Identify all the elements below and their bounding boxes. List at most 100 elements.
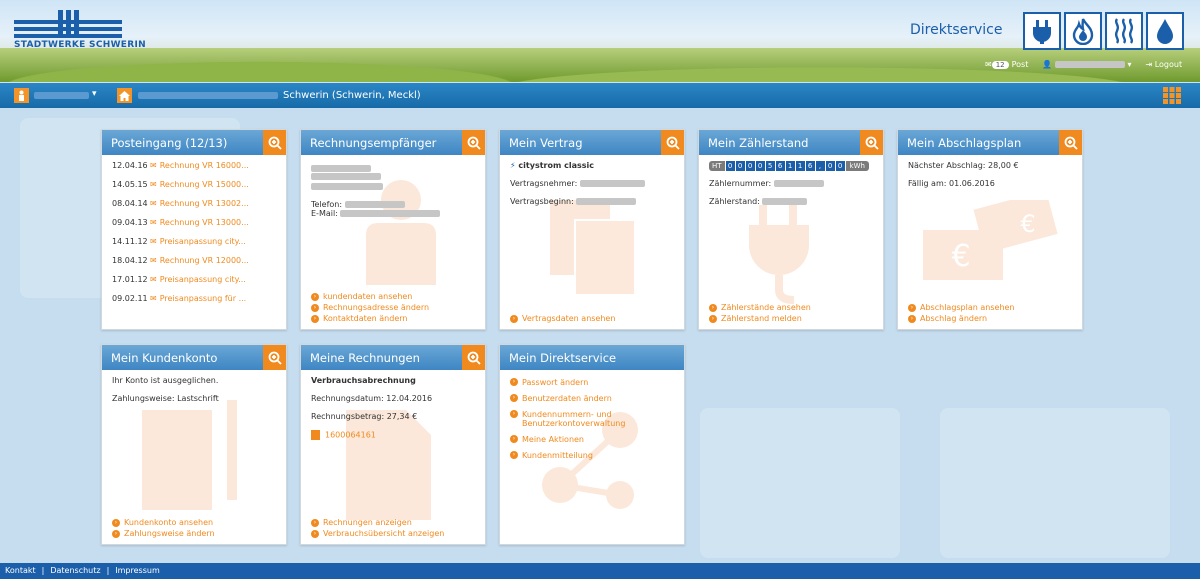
- inbox-subject[interactable]: Rechnung VR 13000...: [160, 218, 249, 227]
- utility-icons: [1023, 12, 1184, 50]
- link-kundenkonto[interactable]: › Kundenkonto ansehen: [112, 518, 215, 527]
- inbox-row[interactable]: 08.04.14 ✉ Rechnung VR 13002...: [112, 199, 276, 208]
- link-zaehlerstand-melden[interactable]: › Zählerstand melden: [709, 314, 811, 323]
- header: STADTWERKE SCHWERIN Direktservice ✉ 12 Pos…: [0, 0, 1200, 82]
- inbox-subject[interactable]: Rechnung VR 13002...: [160, 199, 249, 208]
- service-links: › Passwort ändern › Benutzerdaten ändern › Ku…: [510, 378, 674, 460]
- link-verbrauchsuebersicht[interactable]: › Verbrauchsübersicht anzeigen: [311, 529, 444, 538]
- link-label: Kundennummern- und Benutzerkontoverwaltu…: [522, 410, 626, 428]
- user-menu[interactable]: 👤 ▾: [1042, 60, 1131, 69]
- inbox-row[interactable]: 09.04.13 ✉ Rechnung VR 13000...: [112, 218, 276, 227]
- inbox-row[interactable]: 17.01.12 ✉ Preisanpassung city...: [112, 275, 276, 284]
- phone-label: Telefon:: [311, 200, 343, 209]
- account-status: Ihr Konto ist ausgeglichen.: [112, 376, 219, 385]
- logout-link[interactable]: ⇥ Logout: [1145, 60, 1182, 69]
- section-title: Direktservice: [910, 22, 1003, 38]
- flame-icon[interactable]: [1064, 12, 1102, 50]
- card-links: › Vertragsdaten ansehen: [510, 312, 615, 323]
- link-label: Benutzerdaten ändern: [522, 394, 612, 403]
- zoom-icon[interactable]: [462, 345, 485, 370]
- contract-watermark-icon: [550, 200, 635, 295]
- inbox-date: 14.11.12: [112, 237, 148, 246]
- arrow-icon: ›: [510, 394, 518, 402]
- customer-icon[interactable]: [14, 88, 29, 103]
- meter-decimal-digit: 0: [825, 161, 835, 171]
- inbox-subject[interactable]: Rechnung VR 12000...: [160, 256, 249, 265]
- footer-link-datenschutz[interactable]: Datenschutz: [50, 566, 100, 576]
- link-vertragsdaten[interactable]: › Vertragsdaten ansehen: [510, 314, 615, 323]
- service-link[interactable]: › Kundennummern- und Benutzerkontoverwalt…: [510, 410, 674, 428]
- link-zaehlerstaende[interactable]: › Zählerstände ansehen: [709, 303, 811, 312]
- card-links: › Rechnungen anzeigen › Verbrauchsübersich…: [311, 516, 444, 538]
- arrow-icon: ›: [510, 314, 518, 323]
- plug-icon: ⚡: [510, 161, 516, 170]
- invoice-link[interactable]: 1600064161: [311, 430, 475, 440]
- link-rechnungen[interactable]: › Rechnungen anzeigen: [311, 518, 444, 527]
- user-icon: 👤: [1042, 60, 1053, 69]
- link-abschlag-aendern[interactable]: › Abschlag ändern: [908, 314, 1015, 323]
- mail-icon: ✉: [150, 256, 157, 265]
- arrow-icon: ›: [112, 518, 120, 527]
- service-link[interactable]: › Passwort ändern: [510, 378, 674, 387]
- link-zahlungsweise[interactable]: › Zahlungsweise ändern: [112, 529, 215, 538]
- link-label: Zählerstand melden: [721, 314, 802, 323]
- zoom-icon[interactable]: [1059, 130, 1082, 155]
- link-kundendaten[interactable]: › kundendaten ansehen: [311, 292, 429, 301]
- start-label: Vertragsbeginn:: [510, 197, 574, 206]
- zoom-icon[interactable]: [860, 130, 883, 155]
- service-link[interactable]: › Benutzerdaten ändern: [510, 394, 674, 403]
- arrow-icon: ›: [510, 378, 518, 386]
- zoom-icon[interactable]: [462, 130, 485, 155]
- meter-prefix: HT: [709, 161, 725, 171]
- arrow-icon: ›: [510, 410, 518, 418]
- product-name: citystrom classic: [518, 161, 594, 170]
- customer-dropdown-chevron-icon[interactable]: ▾: [92, 89, 97, 99]
- inbox-row[interactable]: 12.04.16 ✉ Rechnung VR 16000...: [112, 161, 276, 170]
- footer-link-impressum[interactable]: Impressum: [115, 566, 159, 576]
- mail-icon: ✉: [985, 60, 992, 69]
- link-abschlagsplan[interactable]: › Abschlagsplan ansehen: [908, 303, 1015, 312]
- inbox-subject[interactable]: Preisanpassung für ...: [160, 294, 247, 303]
- inbox-row[interactable]: 09.02.11 ✉ Preisanpassung für ...: [112, 294, 276, 303]
- zoom-icon[interactable]: [661, 130, 684, 155]
- arrow-icon: ›: [709, 303, 717, 312]
- inbox-row[interactable]: 14.05.15 ✉ Rechnung VR 15000...: [112, 180, 276, 189]
- service-link[interactable]: › Kundenmitteilung: [510, 451, 674, 460]
- meter-number-redacted: [773, 180, 824, 187]
- link-label: Kontaktdaten ändern: [323, 314, 408, 323]
- zoom-icon[interactable]: [263, 345, 286, 370]
- heat-icon[interactable]: [1105, 12, 1143, 50]
- mail-icon: ✉: [150, 161, 157, 170]
- app-grid-icon[interactable]: [1163, 87, 1181, 104]
- payment-method: Zahlungsweise: Lastschrift: [112, 394, 219, 403]
- water-drop-icon[interactable]: [1146, 12, 1184, 50]
- card-title: Rechnungsempfänger: [301, 130, 485, 155]
- link-rechnungsadresse[interactable]: › Rechnungsadresse ändern: [311, 303, 429, 312]
- inbox-subject[interactable]: Rechnung VR 16000...: [160, 161, 249, 170]
- plug-watermark-icon: [749, 205, 809, 304]
- customer-number-redacted: [34, 92, 89, 99]
- footer-link-kontakt[interactable]: Kontakt: [5, 566, 36, 576]
- card-kundenkonto: Mein Kundenkonto Ihr Konto ist ausgeglic…: [101, 344, 287, 545]
- inbox-subject[interactable]: Rechnung VR 15000...: [160, 180, 249, 189]
- link-kontaktdaten[interactable]: › Kontaktdaten ändern: [311, 314, 429, 323]
- zoom-icon[interactable]: [263, 130, 286, 155]
- card-links: › kundendaten ansehen › Rechnungsadresse ä…: [311, 290, 429, 323]
- inbox-date: 09.04.13: [112, 218, 148, 227]
- inbox-row[interactable]: 18.04.12 ✉ Rechnung VR 12000...: [112, 256, 276, 265]
- link-label: Abschlag ändern: [920, 314, 988, 323]
- inbox-subject[interactable]: Preisanpassung city...: [160, 237, 246, 246]
- plug-icon[interactable]: [1023, 12, 1061, 50]
- card-links: › Kundenkonto ansehen › Zahlungsweise ände…: [112, 516, 215, 538]
- meter-digit: 0: [745, 161, 755, 171]
- service-link[interactable]: › Meine Aktionen: [510, 435, 674, 444]
- post-count-badge: 12: [991, 61, 1009, 69]
- card-vertrag: Mein Vertrag ⚡ citystrom classic Vertrag…: [499, 129, 685, 330]
- post-link[interactable]: ✉ 12 Post: [985, 60, 1028, 69]
- home-icon[interactable]: [117, 88, 132, 103]
- inbox-row[interactable]: 14.11.12 ✉ Preisanpassung city...: [112, 237, 276, 246]
- card-body: Ihr Konto ist ausgeglichen. Zahlungsweis…: [102, 370, 286, 544]
- card-body: › Passwort ändern › Benutzerdaten ändern › Ku…: [500, 370, 684, 544]
- meter-digit: 0: [755, 161, 765, 171]
- inbox-subject[interactable]: Preisanpassung city...: [160, 275, 246, 284]
